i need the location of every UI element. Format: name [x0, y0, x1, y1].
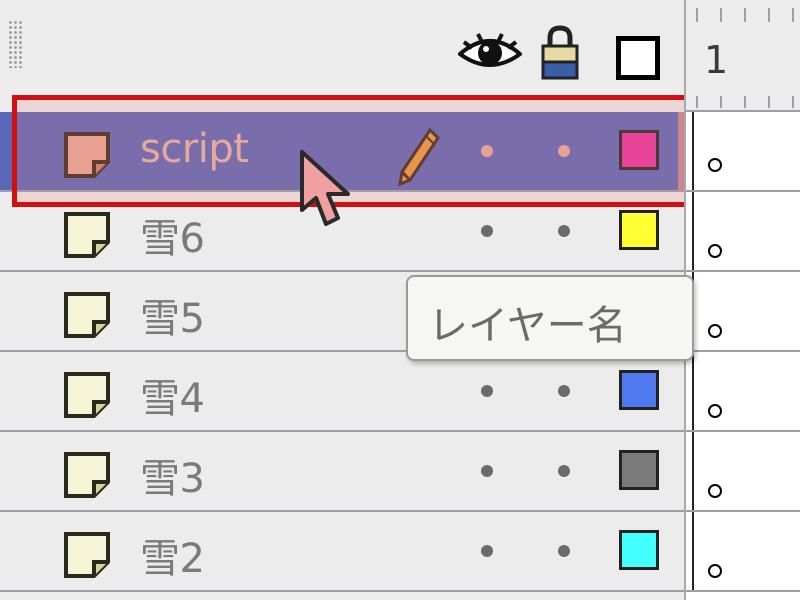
- outline-square-icon[interactable]: [616, 36, 660, 80]
- timeline-row[interactable]: [686, 352, 800, 432]
- visibility-toggle[interactable]: [481, 225, 493, 237]
- outline-color-swatch[interactable]: [619, 450, 659, 490]
- timeline-row[interactable]: [686, 272, 800, 352]
- keyframe[interactable]: [708, 484, 722, 498]
- ruler-tick: [792, 8, 794, 22]
- visibility-toggle[interactable]: [481, 545, 493, 557]
- frame-separator: [692, 192, 694, 270]
- annotation-highlight-box: [12, 95, 728, 207]
- layer-page-icon: [64, 532, 110, 578]
- visibility-toggle[interactable]: [481, 465, 493, 477]
- eye-icon[interactable]: [458, 30, 522, 76]
- timeline-row[interactable]: [686, 512, 800, 592]
- layer-page-icon: [64, 292, 110, 338]
- keyframe[interactable]: [708, 324, 722, 338]
- outline-color-swatch[interactable]: [619, 370, 659, 410]
- layer-row[interactable]: 雪2: [0, 512, 684, 592]
- frame-separator: [692, 512, 694, 590]
- timeline-row[interactable]: [686, 432, 800, 512]
- timeline[interactable]: 1: [684, 0, 800, 600]
- ruler-tick: [744, 8, 746, 22]
- lock-toggle[interactable]: [558, 385, 570, 397]
- keyframe[interactable]: [708, 404, 722, 418]
- layer-name[interactable]: 雪6: [140, 206, 205, 264]
- timeline-row[interactable]: [686, 192, 800, 272]
- layer-row[interactable]: 雪3: [0, 432, 684, 512]
- layer-page-icon: [64, 212, 110, 258]
- mouse-cursor-icon: [300, 150, 350, 226]
- frame-separator: [692, 352, 694, 430]
- layer-name[interactable]: 雪5: [140, 286, 205, 344]
- lock-toggle[interactable]: [558, 545, 570, 557]
- layer-page-icon: [64, 372, 110, 418]
- keyframe[interactable]: [708, 244, 722, 258]
- layer-name[interactable]: 雪2: [140, 526, 205, 584]
- timeline-ruler[interactable]: 1: [686, 0, 800, 112]
- tooltip-text: レイヤー名: [428, 303, 627, 349]
- ruler-tick: [720, 8, 722, 22]
- ruler-tick: [792, 96, 794, 108]
- ruler-tick: [768, 8, 770, 22]
- visibility-toggle[interactable]: [481, 385, 493, 397]
- lock-toggle[interactable]: [558, 465, 570, 477]
- ruler-tick: [696, 8, 698, 22]
- outline-color-swatch[interactable]: [619, 530, 659, 570]
- layer-name[interactable]: 雪4: [140, 366, 205, 424]
- keyframe[interactable]: [708, 564, 722, 578]
- outline-color-swatch[interactable]: [619, 210, 659, 250]
- ruler-tick: [768, 96, 770, 108]
- layer-page-icon: [64, 452, 110, 498]
- frame-separator: [692, 112, 694, 190]
- keyframe[interactable]: [708, 158, 722, 172]
- layer-name[interactable]: 雪3: [140, 446, 205, 504]
- layer-row[interactable]: 雪4: [0, 352, 684, 432]
- ruler-tick: [744, 96, 746, 108]
- lock-toggle[interactable]: [558, 225, 570, 237]
- timeline-row[interactable]: [686, 112, 800, 192]
- frame-number: 1: [704, 38, 729, 82]
- frame-separator: [692, 432, 694, 510]
- tooltip: レイヤー名: [406, 275, 694, 361]
- ruler-tick: [720, 96, 722, 108]
- panel-grip-handle[interactable]: [8, 20, 22, 68]
- ruler-tick: [696, 96, 698, 108]
- lock-icon[interactable]: [540, 24, 580, 80]
